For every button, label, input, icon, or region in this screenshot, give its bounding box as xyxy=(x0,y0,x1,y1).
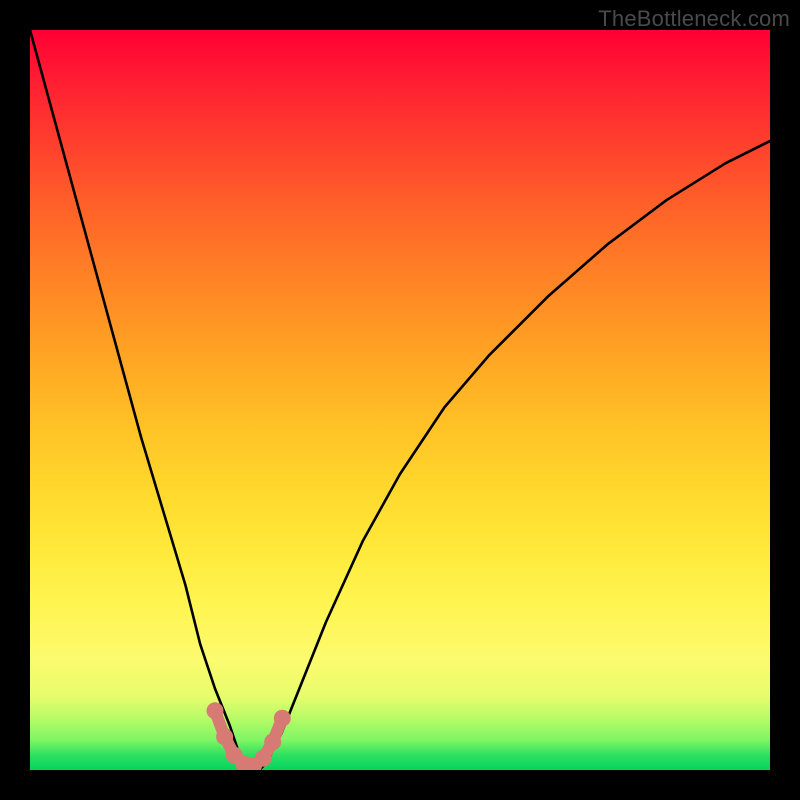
plot-area xyxy=(30,30,770,770)
marker-dot xyxy=(264,733,281,750)
chart-frame: TheBottleneck.com xyxy=(0,0,800,800)
marker-dot xyxy=(274,710,291,727)
marker-dot xyxy=(216,728,233,745)
bottleneck-curve xyxy=(30,30,770,770)
marker-dot xyxy=(207,702,224,719)
marker-dots xyxy=(207,702,291,770)
curve-svg xyxy=(30,30,770,770)
watermark-text: TheBottleneck.com xyxy=(598,6,790,32)
marker-dot xyxy=(255,750,272,767)
